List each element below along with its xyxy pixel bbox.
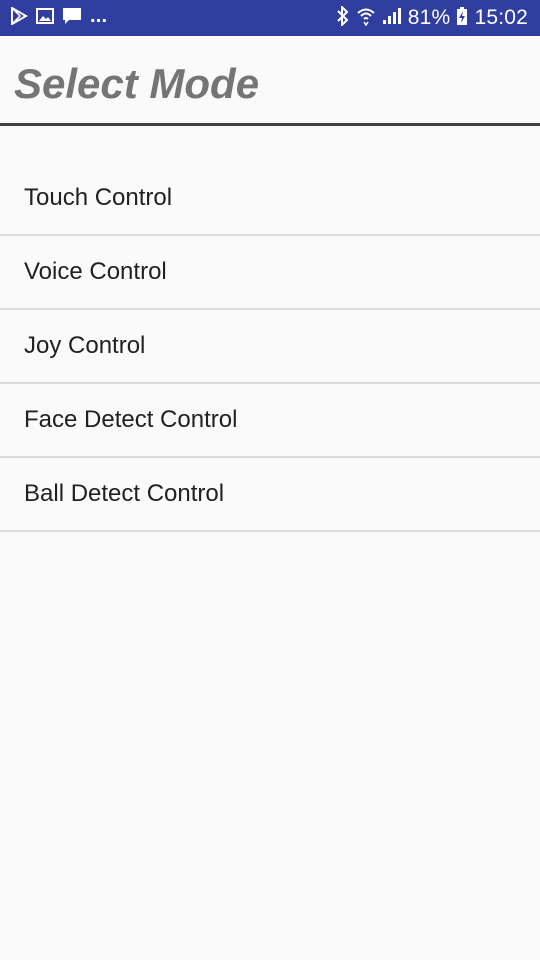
status-left: ... bbox=[10, 4, 115, 30]
mode-list: Touch Control Voice Control Joy Control … bbox=[0, 162, 540, 532]
bluetooth-icon bbox=[336, 4, 350, 31]
image-icon bbox=[36, 7, 54, 29]
mode-item-touch-control[interactable]: Touch Control bbox=[0, 162, 540, 236]
mode-item-joy-control[interactable]: Joy Control bbox=[0, 310, 540, 384]
battery-percent: 81% bbox=[407, 6, 451, 29]
wifi-icon bbox=[356, 6, 376, 31]
play-store-icon bbox=[10, 5, 29, 30]
status-right: 81% 15:02 bbox=[330, 4, 528, 31]
signal-icon bbox=[382, 7, 402, 30]
page-title: Select Mode bbox=[14, 60, 260, 107]
mode-item-ball-detect-control[interactable]: Ball Detect Control bbox=[0, 458, 540, 532]
battery-charging-icon bbox=[456, 6, 468, 31]
app-header: Select Mode bbox=[0, 36, 540, 126]
overflow-indicator: ... bbox=[90, 4, 108, 27]
message-icon bbox=[62, 7, 82, 30]
status-bar: ... 81% 15:02 bbox=[0, 0, 540, 36]
mode-item-face-detect-control[interactable]: Face Detect Control bbox=[0, 384, 540, 458]
mode-item-voice-control[interactable]: Voice Control bbox=[0, 236, 540, 310]
clock: 15:02 bbox=[474, 6, 528, 29]
